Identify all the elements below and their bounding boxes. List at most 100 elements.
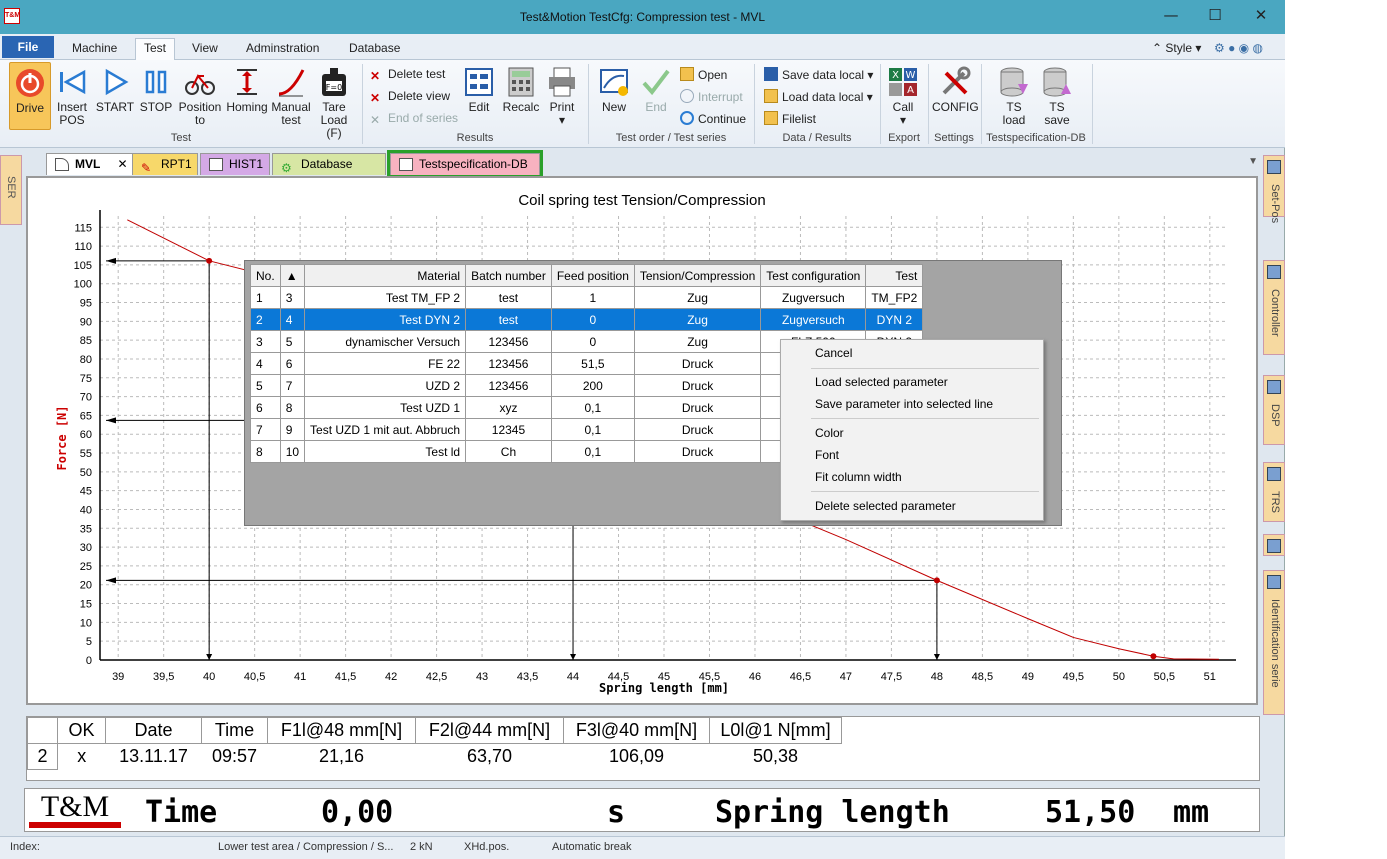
table-row[interactable]: 1 3 Test TM_FP 2 test 1 Zug Zugversuch TM_FP2 — [250, 286, 924, 309]
call-button[interactable]: XWA Call ▾ — [885, 62, 921, 127]
menu-item-font[interactable]: Font — [815, 445, 839, 465]
style-label: Style — [1165, 41, 1193, 55]
export-group-label: Export — [888, 132, 920, 144]
column-header[interactable]: Test — [865, 264, 924, 287]
tab-database-fdb[interactable]: ⚙Database (FDB) — [272, 153, 386, 192]
tab-testspecification-db[interactable]: Testspecification-DB — [387, 150, 543, 178]
set-pos-label: Set-Pos — [1269, 184, 1281, 224]
table-cell: 123456 — [465, 352, 552, 375]
open-label: Open — [698, 68, 728, 82]
sort-ascending-icon[interactable]: ▲ — [279, 264, 306, 287]
length-label: Spring length — [715, 795, 950, 830]
trs-side-tab[interactable]: TRS — [1263, 462, 1285, 522]
extra-side-tab[interactable] — [1263, 534, 1285, 556]
filelist-button[interactable]: Filelist — [764, 111, 816, 126]
tab-rpt1[interactable]: ✎ RPT1 — [132, 153, 198, 175]
weight-icon: F=0 — [318, 66, 350, 98]
play-circle-icon — [680, 111, 694, 125]
save-data-local-button[interactable]: Save data local ▾ — [764, 67, 873, 82]
delete-test-button[interactable]: ✕ Delete test — [370, 67, 445, 83]
table-row[interactable]: 2 x 13.11.17 09:57 21,16 63,70 106,09 50… — [27, 743, 842, 770]
close-tab-icon[interactable]: ✕ — [117, 157, 127, 171]
dsp-side-tab[interactable]: DSP — [1263, 375, 1285, 445]
result-cell: 50,38 — [752, 746, 799, 767]
column-header[interactable]: Test configuration — [760, 264, 867, 287]
interrupt-button[interactable]: Interrupt — [680, 89, 743, 104]
start-label: START — [95, 100, 135, 114]
tab-hist1[interactable]: HIST1 — [200, 153, 270, 175]
end-of-series-button[interactable]: ✕ End of series — [370, 111, 458, 127]
table-cell: Druck — [633, 440, 762, 463]
tab-test[interactable]: Test — [135, 38, 176, 60]
identification-side-tab[interactable]: Identification serie — [1263, 570, 1285, 715]
column-header[interactable]: No. — [250, 264, 281, 287]
column-header[interactable]: Material — [304, 264, 467, 287]
menu-item-save-parameter[interactable]: Save parameter into selected line — [815, 394, 993, 414]
print-button[interactable]: Print ▾ — [544, 62, 580, 127]
menu-item-color[interactable]: Color — [815, 423, 844, 443]
tab-view[interactable]: View — [184, 39, 226, 60]
table-cell: Zugversuch — [760, 286, 867, 309]
controller-side-tab[interactable]: Controller — [1263, 260, 1285, 355]
end-button[interactable]: End — [638, 62, 674, 114]
tab-database[interactable]: Database — [341, 39, 408, 60]
load-data-local-button[interactable]: Load data local ▾ — [764, 89, 873, 104]
table-cell: Zug — [633, 308, 762, 331]
set-pos-side-tab[interactable]: Set-Pos — [1263, 155, 1285, 223]
x-tick-label: 46 — [749, 671, 761, 683]
start-button[interactable]: START — [95, 62, 135, 114]
menu-item-load-selected-parameter[interactable]: Load selected parameter — [815, 372, 948, 392]
ts-save-button[interactable]: TS save — [1038, 62, 1076, 127]
database-download-icon — [998, 66, 1030, 98]
drive-button[interactable]: Drive — [9, 62, 51, 130]
folder-icon — [764, 89, 778, 103]
manual-test-button[interactable]: Manual test — [270, 62, 312, 127]
maximize-icon[interactable]: ☐ — [1204, 6, 1226, 26]
table-cell: test — [465, 286, 552, 309]
table-cell: 8 — [279, 396, 306, 419]
open-button[interactable]: Open — [680, 67, 727, 82]
stop-button[interactable]: STOP — [138, 62, 174, 114]
column-header[interactable]: Batch number — [465, 264, 552, 287]
close-icon[interactable]: ✕ — [1250, 6, 1272, 26]
help-icons[interactable]: ⚙ ● ◉ ◍ — [1206, 39, 1271, 60]
table-cell: dynamischer Versuch — [304, 330, 467, 353]
tabs-dropdown-icon[interactable]: ▼ — [1248, 156, 1258, 167]
column-header[interactable]: Feed position — [550, 264, 635, 287]
style-menu[interactable]: ⌃ Style ▾ — [1144, 39, 1209, 60]
recalc-button[interactable]: Recalc — [502, 62, 540, 114]
table-row[interactable]: 2 4 Test DYN 2 test 0 Zug Zugversuch DYN 2 — [250, 308, 924, 331]
y-tick-label: 85 — [80, 335, 92, 347]
menu-item-delete-selected-parameter[interactable]: Delete selected parameter — [815, 496, 956, 516]
table-cell: Druck — [633, 418, 762, 441]
menu-item-fit-column-width[interactable]: Fit column width — [815, 467, 902, 487]
edit-button[interactable]: Edit — [461, 62, 497, 114]
time-unit: s — [607, 795, 626, 830]
status-pos: XHd.pos. — [464, 841, 510, 853]
table-cell: 0,1 — [550, 396, 635, 419]
homing-button[interactable]: Homing — [225, 62, 269, 114]
menu-separator — [811, 491, 1039, 492]
result-cell: 106,09 — [608, 746, 665, 767]
position-to-button[interactable]: Position to — [177, 62, 223, 127]
ts-load-button[interactable]: TS load — [995, 62, 1033, 127]
menu-separator — [811, 418, 1039, 419]
interrupt-label: Interrupt — [698, 90, 743, 104]
delete-view-button[interactable]: ✕ Delete view — [370, 89, 450, 105]
minimize-icon[interactable]: — — [1160, 6, 1182, 26]
config-button[interactable]: CONFIG — [932, 62, 979, 114]
tab-machine[interactable]: Machine — [64, 39, 125, 60]
tare-load-button[interactable]: F=0 Tare Load (F) — [313, 62, 355, 140]
tab-adminstration[interactable]: Adminstration — [238, 39, 327, 60]
insert-pos-button[interactable]: Insert POS — [52, 62, 92, 127]
continue-button[interactable]: Continue — [680, 111, 746, 126]
new-button[interactable]: New — [595, 62, 633, 114]
panel-icon — [1267, 160, 1281, 174]
data-point — [1150, 653, 1157, 660]
file-menu[interactable]: File — [2, 36, 54, 58]
results-group-label: Results — [456, 132, 494, 144]
menu-item-cancel[interactable]: Cancel — [815, 343, 852, 363]
ser-side-tab[interactable]: SER — [0, 155, 22, 225]
column-header[interactable]: Tension/Compression — [633, 264, 762, 287]
panel-icon — [1267, 380, 1281, 394]
